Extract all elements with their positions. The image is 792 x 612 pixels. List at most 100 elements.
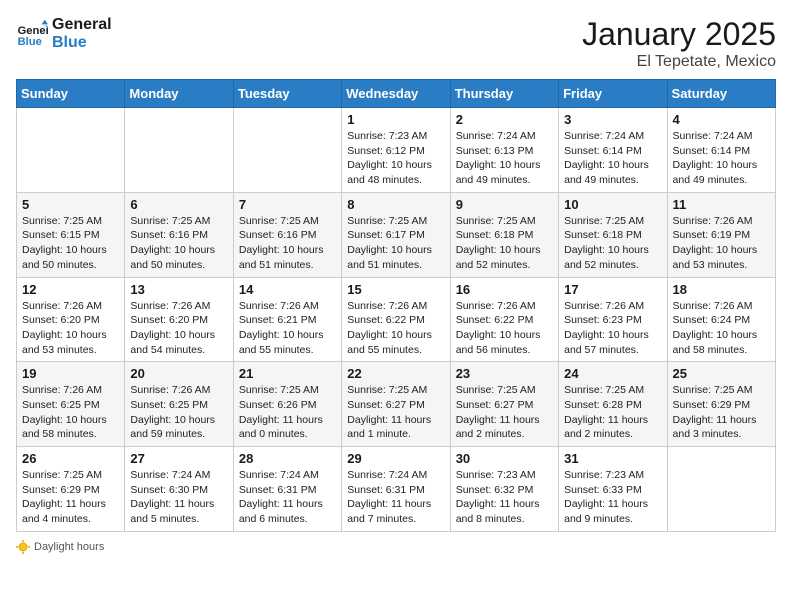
day-number: 1	[347, 112, 444, 127]
day-info: Sunrise: 7:23 AM Sunset: 6:32 PM Dayligh…	[456, 468, 553, 527]
calendar-day-cell: 17Sunrise: 7:26 AM Sunset: 6:23 PM Dayli…	[559, 277, 667, 362]
day-number: 9	[456, 197, 553, 212]
calendar-day-cell: 24 Sunrise: 7:25 AM Sunset: 6:28 PM Dayli…	[559, 362, 667, 447]
calendar-day-cell: 10 Sunrise: 7:25 AM Sunset: 6:18 PM Dayli…	[559, 192, 667, 277]
calendar-day-cell: 21 Sunrise: 7:25 AM Sunset: 6:26 PM Dayli…	[233, 362, 341, 447]
day-info: Sunrise: 7:23 AM Sunset: 6:12 PM Dayligh…	[347, 129, 444, 188]
day-number: 4	[673, 112, 770, 127]
day-number: 12	[22, 282, 119, 297]
calendar-footer: Daylight hours	[16, 540, 776, 554]
calendar-week-row: 12 Sunrise: 7:26 AM Sunset: 6:20 PM Dayli…	[17, 277, 776, 362]
weekday-header: Thursday	[450, 80, 558, 108]
location-subtitle: El Tepetate, Mexico	[582, 53, 776, 71]
day-info: Sunrise: 7:25 AM Sunset: 6:27 PM Dayligh…	[347, 383, 444, 442]
calendar-week-row: 19 Sunrise: 7:26 AM Sunset: 6:25 PM Dayli…	[17, 362, 776, 447]
day-number: 8	[347, 197, 444, 212]
calendar-week-row: 26 Sunrise: 7:25 AM Sunset: 6:29 PM Dayli…	[17, 447, 776, 532]
svg-text:General: General	[18, 25, 48, 37]
day-info: Sunrise: 7:25 AM Sunset: 6:18 PM Dayligh…	[456, 214, 553, 273]
day-number: 28	[239, 451, 336, 466]
day-number: 19	[22, 366, 119, 381]
day-info: Sunrise: 7:26 AM Sunset: 6:25 PM Dayligh…	[22, 383, 119, 442]
day-info: Sunrise: 7:26 AM Sunset: 6:22 PM Dayligh…	[347, 299, 444, 358]
calendar-day-cell	[125, 108, 233, 193]
daylight-legend: Daylight hours	[16, 540, 104, 554]
day-info: Sunrise: 7:25 AM Sunset: 6:26 PM Dayligh…	[239, 383, 336, 442]
weekday-header: Tuesday	[233, 80, 341, 108]
calendar-day-cell: 23Sunrise: 7:25 AM Sunset: 6:27 PM Dayli…	[450, 362, 558, 447]
calendar-day-cell	[17, 108, 125, 193]
day-number: 6	[130, 197, 227, 212]
calendar-day-cell: 14Sunrise: 7:26 AM Sunset: 6:21 PM Dayli…	[233, 277, 341, 362]
day-info: Sunrise: 7:25 AM Sunset: 6:17 PM Dayligh…	[347, 214, 444, 273]
calendar-day-cell: 20 Sunrise: 7:26 AM Sunset: 6:25 PM Dayli…	[125, 362, 233, 447]
day-number: 16	[456, 282, 553, 297]
day-info: Sunrise: 7:26 AM Sunset: 6:20 PM Dayligh…	[22, 299, 119, 358]
day-number: 13	[130, 282, 227, 297]
day-info: Sunrise: 7:25 AM Sunset: 6:28 PM Dayligh…	[564, 383, 661, 442]
day-info: Sunrise: 7:26 AM Sunset: 6:19 PM Dayligh…	[673, 214, 770, 273]
calendar-header-row: SundayMondayTuesdayWednesdayThursdayFrid…	[17, 80, 776, 108]
weekday-header: Monday	[125, 80, 233, 108]
day-info: Sunrise: 7:24 AM Sunset: 6:14 PM Dayligh…	[564, 129, 661, 188]
day-info: Sunrise: 7:26 AM Sunset: 6:20 PM Dayligh…	[130, 299, 227, 358]
weekday-header: Friday	[559, 80, 667, 108]
day-info: Sunrise: 7:25 AM Sunset: 6:16 PM Dayligh…	[130, 214, 227, 273]
month-title: January 2025	[582, 16, 776, 53]
calendar-week-row: 5Sunrise: 7:25 AM Sunset: 6:15 PM Daylig…	[17, 192, 776, 277]
day-info: Sunrise: 7:25 AM Sunset: 6:27 PM Dayligh…	[456, 383, 553, 442]
day-info: Sunrise: 7:24 AM Sunset: 6:30 PM Dayligh…	[130, 468, 227, 527]
day-number: 20	[130, 366, 227, 381]
sun-icon	[16, 540, 30, 554]
svg-text:Blue: Blue	[18, 36, 42, 48]
calendar-day-cell: 18Sunrise: 7:26 AM Sunset: 6:24 PM Dayli…	[667, 277, 775, 362]
day-info: Sunrise: 7:25 AM Sunset: 6:16 PM Dayligh…	[239, 214, 336, 273]
logo: General Blue General Blue	[16, 16, 112, 51]
calendar-day-cell: 31Sunrise: 7:23 AM Sunset: 6:33 PM Dayli…	[559, 447, 667, 532]
day-number: 21	[239, 366, 336, 381]
day-number: 26	[22, 451, 119, 466]
logo-blue-text: Blue	[52, 34, 112, 52]
calendar-day-cell	[667, 447, 775, 532]
day-info: Sunrise: 7:24 AM Sunset: 6:31 PM Dayligh…	[347, 468, 444, 527]
day-number: 10	[564, 197, 661, 212]
logo-general-text: General	[52, 16, 112, 34]
day-info: Sunrise: 7:25 AM Sunset: 6:18 PM Dayligh…	[564, 214, 661, 273]
day-info: Sunrise: 7:26 AM Sunset: 6:24 PM Dayligh…	[673, 299, 770, 358]
day-number: 15	[347, 282, 444, 297]
day-number: 7	[239, 197, 336, 212]
day-info: Sunrise: 7:26 AM Sunset: 6:22 PM Dayligh…	[456, 299, 553, 358]
day-info: Sunrise: 7:26 AM Sunset: 6:23 PM Dayligh…	[564, 299, 661, 358]
day-number: 24	[564, 366, 661, 381]
calendar-day-cell: 8 Sunrise: 7:25 AM Sunset: 6:17 PM Daylig…	[342, 192, 450, 277]
calendar-day-cell: 26 Sunrise: 7:25 AM Sunset: 6:29 PM Dayli…	[17, 447, 125, 532]
calendar-day-cell: 25 Sunrise: 7:25 AM Sunset: 6:29 PM Dayli…	[667, 362, 775, 447]
calendar-day-cell: 2 Sunrise: 7:24 AM Sunset: 6:13 PM Daylig…	[450, 108, 558, 193]
weekday-header: Wednesday	[342, 80, 450, 108]
calendar-day-cell	[233, 108, 341, 193]
day-info: Sunrise: 7:24 AM Sunset: 6:13 PM Dayligh…	[456, 129, 553, 188]
day-info: Sunrise: 7:25 AM Sunset: 6:29 PM Dayligh…	[673, 383, 770, 442]
weekday-header: Saturday	[667, 80, 775, 108]
day-number: 25	[673, 366, 770, 381]
day-number: 22	[347, 366, 444, 381]
day-number: 2	[456, 112, 553, 127]
logo-icon: General Blue	[16, 18, 48, 50]
calendar-day-cell: 13 Sunrise: 7:26 AM Sunset: 6:20 PM Dayli…	[125, 277, 233, 362]
calendar-day-cell: 9 Sunrise: 7:25 AM Sunset: 6:18 PM Daylig…	[450, 192, 558, 277]
day-info: Sunrise: 7:26 AM Sunset: 6:25 PM Dayligh…	[130, 383, 227, 442]
day-info: Sunrise: 7:24 AM Sunset: 6:31 PM Dayligh…	[239, 468, 336, 527]
calendar-day-cell: 30Sunrise: 7:23 AM Sunset: 6:32 PM Dayli…	[450, 447, 558, 532]
calendar-day-cell: 5Sunrise: 7:25 AM Sunset: 6:15 PM Daylig…	[17, 192, 125, 277]
day-number: 3	[564, 112, 661, 127]
daylight-label: Daylight hours	[34, 541, 104, 553]
day-number: 5	[22, 197, 119, 212]
calendar-day-cell: 12 Sunrise: 7:26 AM Sunset: 6:20 PM Dayli…	[17, 277, 125, 362]
title-block: January 2025 El Tepetate, Mexico	[582, 16, 776, 71]
calendar-day-cell: 27Sunrise: 7:24 AM Sunset: 6:30 PM Dayli…	[125, 447, 233, 532]
calendar-day-cell: 15 Sunrise: 7:26 AM Sunset: 6:22 PM Dayli…	[342, 277, 450, 362]
day-info: Sunrise: 7:25 AM Sunset: 6:29 PM Dayligh…	[22, 468, 119, 527]
day-info: Sunrise: 7:26 AM Sunset: 6:21 PM Dayligh…	[239, 299, 336, 358]
calendar-day-cell: 19 Sunrise: 7:26 AM Sunset: 6:25 PM Dayli…	[17, 362, 125, 447]
page-header: General Blue General Blue January 2025 E…	[16, 16, 776, 71]
